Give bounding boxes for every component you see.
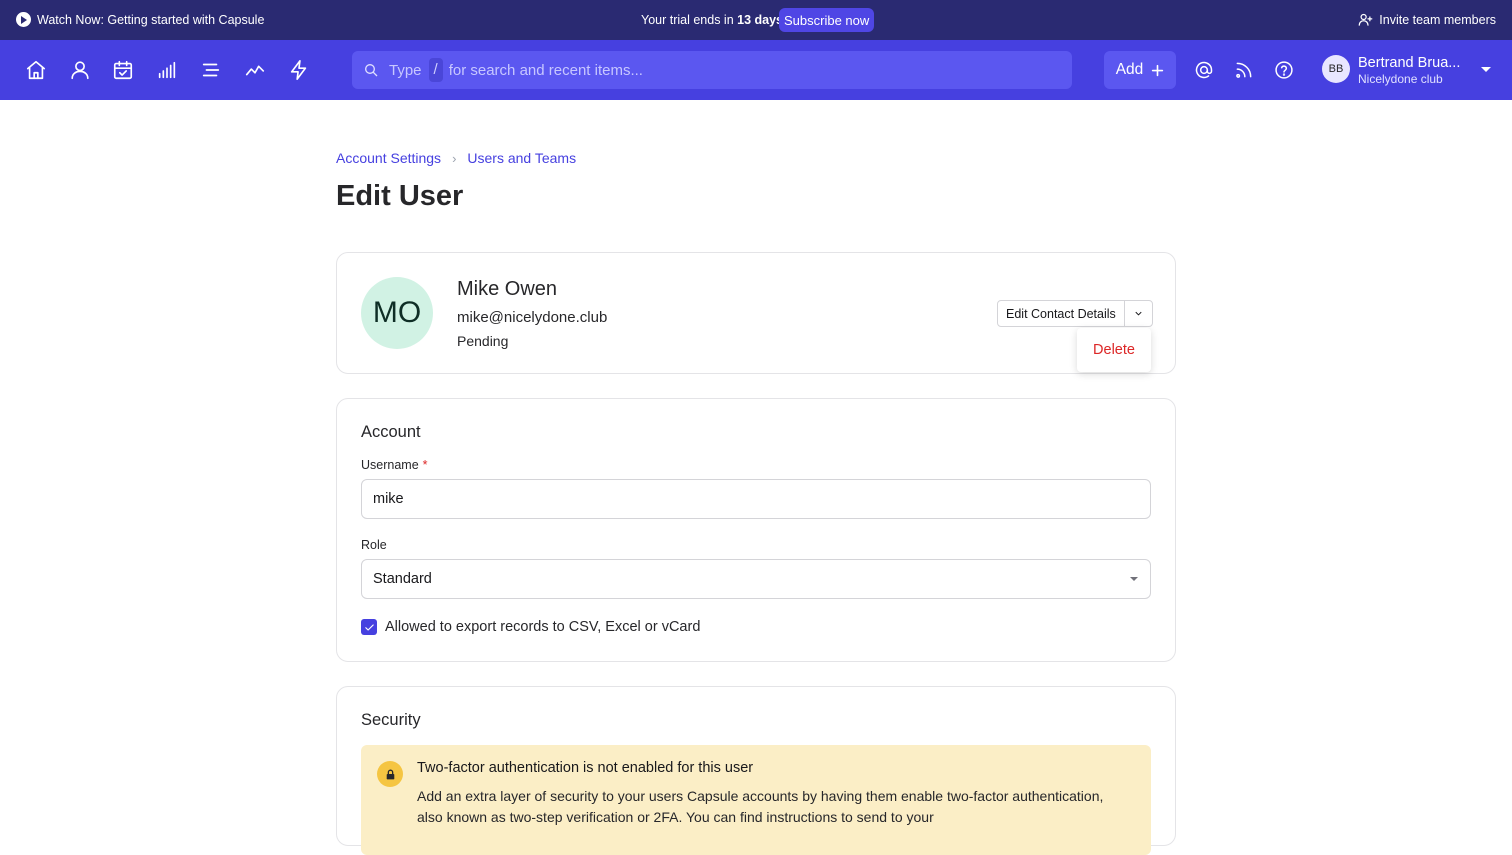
chevron-down-icon [1135,311,1142,316]
home-icon[interactable] [25,59,47,81]
user-menu-caret-icon[interactable] [1481,67,1491,72]
user-avatar-large: MO [361,277,433,349]
breadcrumb-separator: › [452,150,457,166]
add-user-icon [1358,13,1373,26]
edit-contact-details-button[interactable]: Edit Contact Details [998,301,1125,326]
add-label: Add [1115,61,1144,78]
search-placeholder-rest: for search and recent items... [448,61,643,79]
user-org: Nicelydone club [1358,72,1443,86]
delete-user-menu-item[interactable]: Delete [1093,342,1135,358]
add-button[interactable]: Add [1104,51,1176,89]
subscribe-button[interactable]: Subscribe now [779,8,875,32]
select-caret-icon [1130,577,1138,581]
announcement-bar: Watch Now: Getting started with Capsule … [0,0,1512,40]
invite-label: Invite team members [1379,12,1496,27]
plus-icon [1152,64,1164,76]
username-label-text: Username [361,458,419,472]
invite-team-members-link[interactable]: Invite team members [1358,12,1496,27]
search-input[interactable]: Type / for search and recent items... [352,51,1072,89]
watch-now-link[interactable]: Watch Now: Getting started with Capsule [16,12,264,27]
user-name[interactable]: Bertrand Brua... [1358,55,1460,71]
watch-now-label: Watch Now: Getting started with Capsule [37,12,265,27]
role-value: Standard [373,571,432,587]
checkmark-icon [364,623,374,631]
user-status: Pending [457,333,509,349]
required-marker: * [422,458,428,472]
account-section: Account Username * mike Role Standard All… [336,398,1176,662]
person-icon[interactable] [69,59,91,81]
security-section-title: Security [361,711,421,729]
export-permission-checkbox[interactable] [361,619,377,635]
edit-options-dropdown: Delete [1077,328,1151,372]
page-title: Edit User [336,180,464,212]
help-icon[interactable] [1274,60,1294,80]
calendar-check-icon[interactable] [112,59,134,81]
search-shortcut-key: / [428,58,443,82]
bolt-icon[interactable] [288,59,310,81]
user-avatar[interactable]: BB [1322,55,1350,83]
user-full-name: Mike Owen [457,278,558,300]
feed-icon[interactable] [1234,60,1254,80]
edit-contact-button-group: Edit Contact Details [997,300,1153,327]
lock-icon [377,761,403,787]
mention-icon[interactable] [1194,60,1214,80]
search-icon [363,62,379,78]
main-navbar: Type / for search and recent items... Ad… [0,40,1512,100]
username-label: Username * [361,458,428,472]
username-value: mike [373,491,404,507]
user-email: mike@nicelydone.club [457,309,608,326]
search-placeholder-type: Type [389,61,422,79]
breadcrumb-users-and-teams[interactable]: Users and Teams [467,150,576,166]
user-profile-card: MO Mike Owen mike@nicelydone.club Pendin… [336,252,1176,374]
breadcrumb-account-settings[interactable]: Account Settings [336,150,441,166]
two-factor-warning-body: Add an extra layer of security to your u… [417,788,1104,825]
trial-prefix: Your trial ends in [641,13,734,27]
role-select[interactable]: Standard [361,559,1151,599]
two-factor-warning-title: Two-factor authentication is not enabled… [417,760,754,776]
breadcrumb: Account Settings › Users and Teams [336,150,576,166]
play-icon [16,12,31,27]
two-factor-warning: Two-factor authentication is not enabled… [361,745,1151,855]
role-label: Role [361,538,387,552]
export-permission-row: Allowed to export records to CSV, Excel … [361,619,700,635]
export-permission-label[interactable]: Allowed to export records to CSV, Excel … [385,619,700,635]
username-field[interactable]: mike [361,479,1151,519]
trial-days: 13 days [737,13,784,27]
list-icon[interactable] [200,59,222,81]
security-section: Security Two-factor authentication is no… [336,686,1176,855]
bar-chart-icon[interactable] [156,59,178,81]
trend-icon[interactable] [244,59,266,81]
trial-notice: Your trial ends in 13 days [641,13,783,27]
edit-options-toggle[interactable] [1125,301,1152,326]
account-section-title: Account [361,423,421,441]
